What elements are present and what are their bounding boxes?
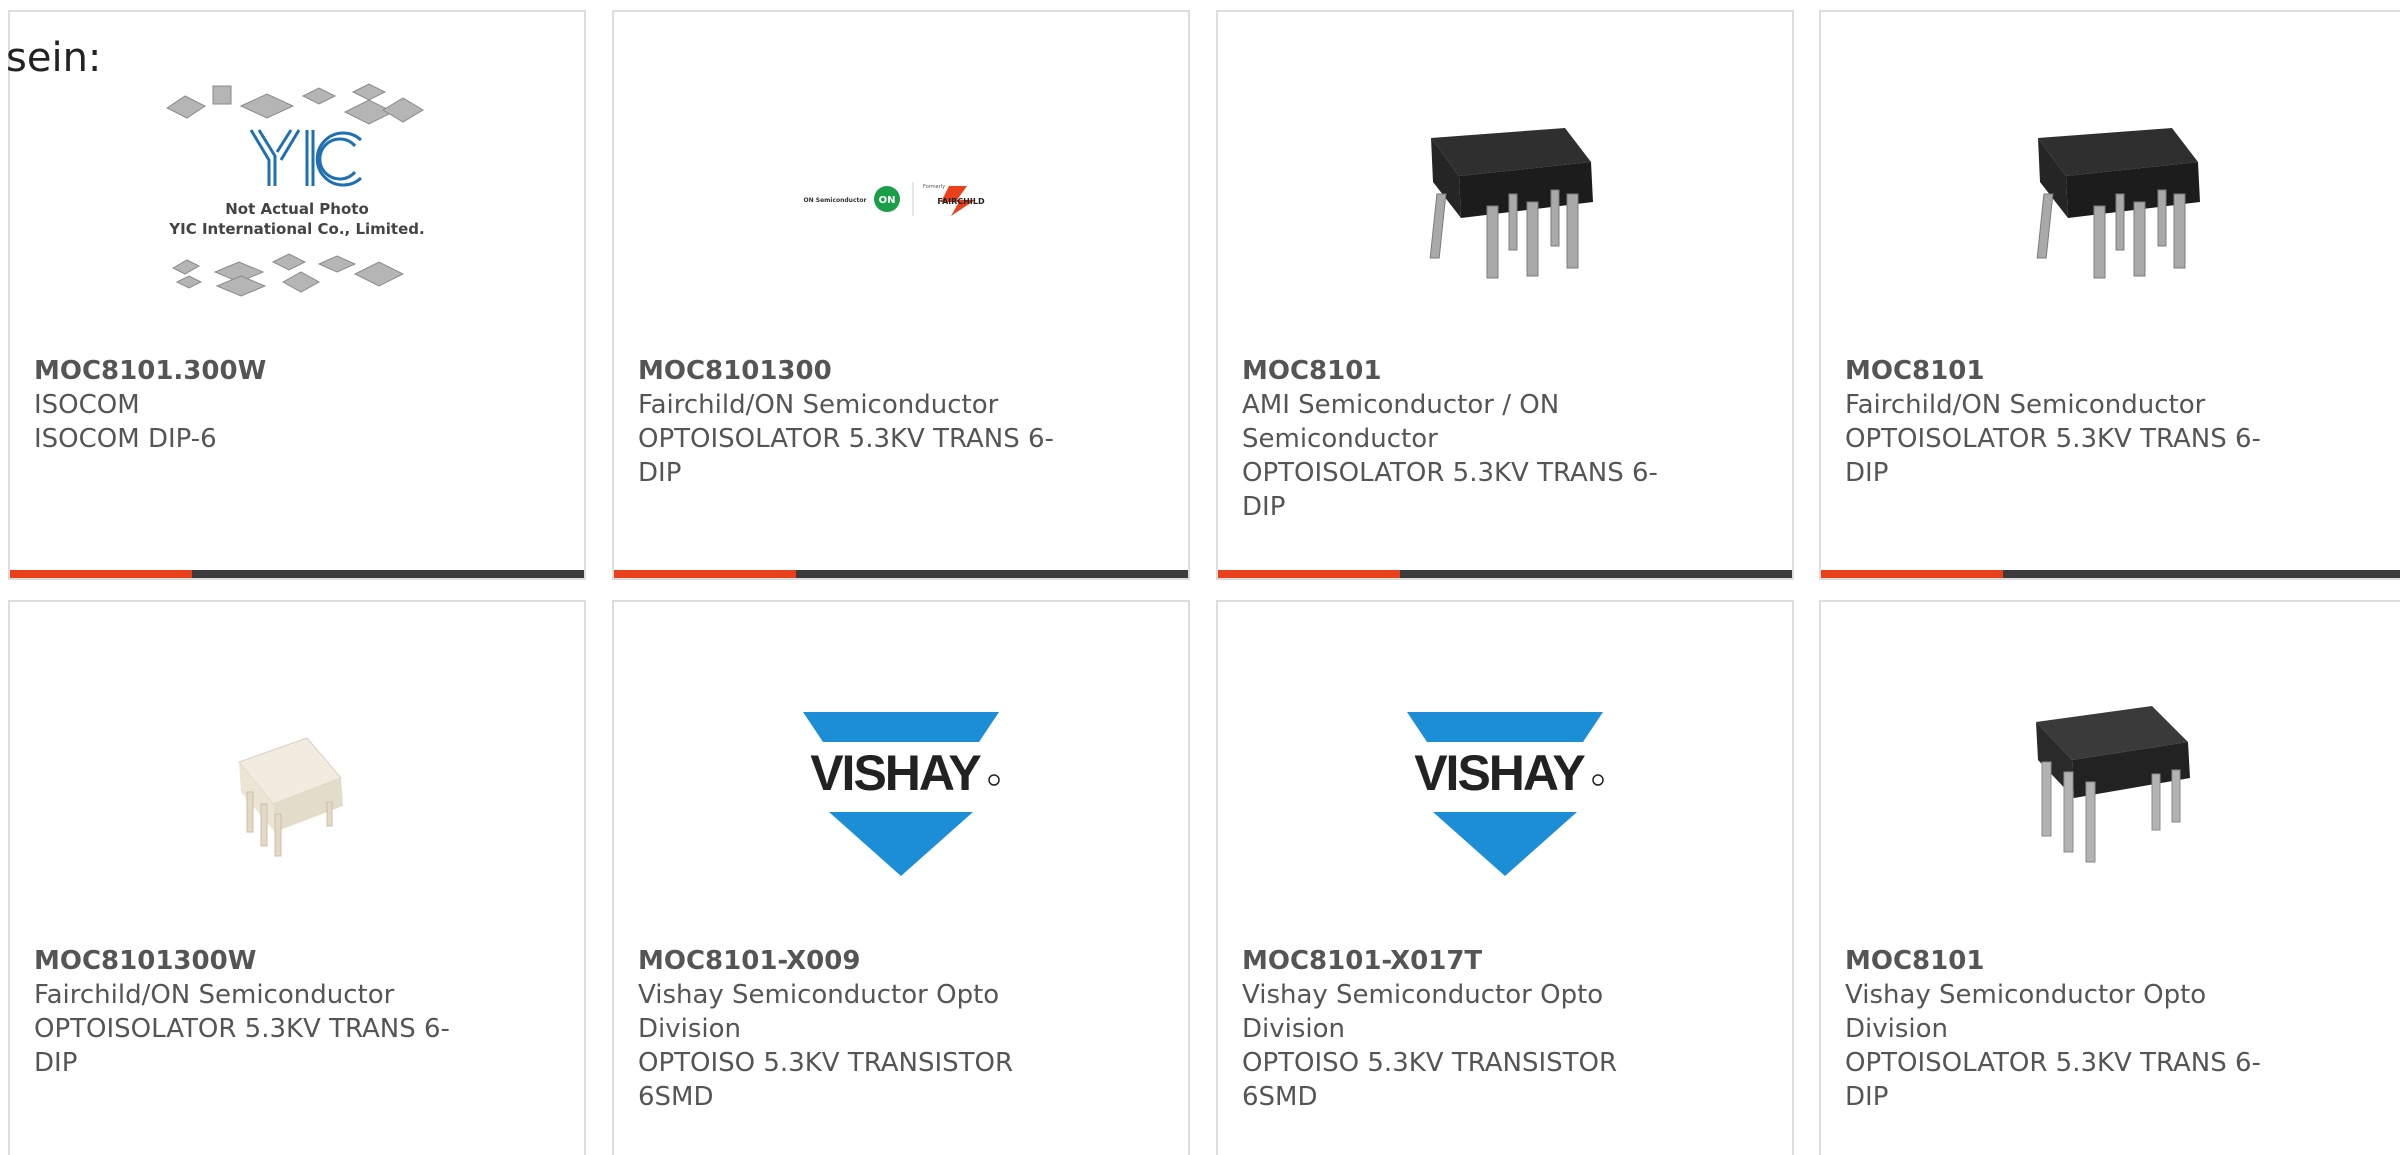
vishay-logo-image: VISHAY	[1407, 712, 1604, 876]
product-card[interactable]: MOC8101 Fairchild/ON Semiconductor OPTOI…	[1819, 10, 2400, 580]
part-number[interactable]: MOC8101-X009	[638, 944, 1068, 978]
product-info: MOC8101.300W ISOCOM ISOCOM DIP-6	[34, 354, 464, 456]
part-number[interactable]: MOC8101.300W	[34, 354, 464, 388]
fairchild-wordmark: FAIRCHILD	[937, 197, 985, 206]
product-grid-page: sein: Not Actual Photo YIC International…	[0, 0, 2400, 1155]
product-card[interactable]: VISHAY MOC8101-X009 Vishay Semiconductor…	[612, 600, 1190, 1155]
manufacturer: Vishay Semiconductor Opto Division	[1845, 980, 2207, 1044]
card-bottom-bar	[1218, 570, 1792, 578]
card-bottom-bar	[614, 570, 1188, 578]
product-image[interactable]: ON Semiconductor ON Formerly FAIRCHILD	[614, 48, 1188, 348]
product-card[interactable]: MOC8101 Vishay Semiconductor Opto Divisi…	[1819, 600, 2400, 1155]
product-info: MOC8101300 Fairchild/ON Semiconductor OP…	[638, 354, 1068, 490]
black-dip6-chip-image	[1429, 128, 1593, 279]
manufacturer: Fairchild/ON Semiconductor	[638, 390, 999, 420]
yic-caption-line1: Not Actual Photo	[225, 200, 369, 218]
product-info: MOC8101 Fairchild/ON Semiconductor OPTOI…	[1845, 354, 2275, 490]
yic-caption-line2: YIC International Co., Limited.	[168, 220, 424, 238]
card-accent-bar	[1821, 570, 2003, 578]
manufacturer: Fairchild/ON Semiconductor	[1845, 390, 2206, 420]
vishay-logo-image: VISHAY	[803, 712, 1000, 876]
on-semiconductor-wordmark: ON Semiconductor	[804, 197, 867, 204]
manufacturer: Vishay Semiconductor Opto Division	[638, 980, 1000, 1044]
product-image[interactable]	[1821, 48, 2400, 348]
card-accent-bar	[614, 570, 796, 578]
part-number[interactable]: MOC8101	[1845, 354, 2275, 388]
card-bottom-bar	[1821, 570, 2400, 578]
product-card[interactable]: Not Actual Photo YIC International Co., …	[8, 10, 586, 580]
part-number[interactable]: MOC8101-X017T	[1242, 944, 1672, 978]
description: OPTOISO 5.3KV TRANSISTOR 6SMD	[1242, 1048, 1618, 1112]
vishay-wordmark: VISHAY	[1414, 745, 1585, 801]
card-bottom-bar	[10, 570, 584, 578]
description: OPTOISOLATOR 5.3KV TRANS 6-DIP	[34, 1014, 450, 1078]
formerly-label: Formerly	[923, 184, 945, 190]
description: OPTOISO 5.3KV TRANSISTOR 6SMD	[638, 1048, 1014, 1112]
black-dip6-chip-angled-image	[2035, 706, 2190, 863]
product-card[interactable]: MOC8101300W Fairchild/ON Semiconductor O…	[8, 600, 586, 1155]
description: OPTOISOLATOR 5.3KV TRANS 6-DIP	[1845, 424, 2261, 488]
part-number[interactable]: MOC8101	[1242, 354, 1672, 388]
yic-placeholder-image: Not Actual Photo YIC International Co., …	[166, 83, 425, 297]
product-info: MOC8101 AMI Semiconductor / ON Semicondu…	[1242, 354, 1672, 524]
part-number[interactable]: MOC8101300	[638, 354, 1068, 388]
card-accent-bar	[1218, 570, 1400, 578]
black-dip6-chip-image	[2036, 128, 2200, 279]
product-card[interactable]: MOC8101 AMI Semiconductor / ON Semicondu…	[1216, 10, 1794, 580]
vishay-wordmark: VISHAY	[810, 745, 981, 801]
description: OPTOISOLATOR 5.3KV TRANS 6-DIP	[638, 424, 1054, 488]
white-dip6-chip-image	[238, 737, 343, 857]
product-image[interactable]: VISHAY	[614, 638, 1188, 938]
part-number[interactable]: MOC8101300W	[34, 944, 464, 978]
intro-text: sein:	[6, 35, 102, 81]
manufacturer: ISOCOM	[34, 390, 140, 420]
manufacturer: AMI Semiconductor / ON Semiconductor	[1242, 390, 1560, 454]
manufacturer: Fairchild/ON Semiconductor	[34, 980, 395, 1010]
product-info: MOC8101 Vishay Semiconductor Opto Divisi…	[1845, 944, 2275, 1114]
product-info: MOC8101-X017T Vishay Semiconductor Opto …	[1242, 944, 1672, 1114]
description: OPTOISOLATOR 5.3KV TRANS 6-DIP	[1845, 1048, 2261, 1112]
product-info: MOC8101300W Fairchild/ON Semiconductor O…	[34, 944, 464, 1080]
part-number[interactable]: MOC8101	[1845, 944, 2275, 978]
product-image[interactable]	[1821, 638, 2400, 938]
product-card[interactable]: VISHAY MOC8101-X017T Vishay Semiconducto…	[1216, 600, 1794, 1155]
svg-text:ON: ON	[879, 195, 896, 206]
card-accent-bar	[10, 570, 192, 578]
manufacturer: Vishay Semiconductor Opto Division	[1242, 980, 1604, 1044]
description: ISOCOM DIP-6	[34, 424, 217, 454]
description: OPTOISOLATOR 5.3KV TRANS 6-DIP	[1242, 458, 1658, 522]
product-card[interactable]: ON Semiconductor ON Formerly FAIRCHILD M…	[612, 10, 1190, 580]
product-image[interactable]: Not Actual Photo YIC International Co., …	[10, 48, 584, 348]
product-image[interactable]	[10, 638, 584, 938]
product-image[interactable]	[1218, 48, 1792, 348]
on-fairchild-logo-image: ON Semiconductor ON Formerly FAIRCHILD	[804, 182, 985, 216]
product-image[interactable]: VISHAY	[1218, 638, 1792, 938]
product-info: MOC8101-X009 Vishay Semiconductor Opto D…	[638, 944, 1068, 1114]
